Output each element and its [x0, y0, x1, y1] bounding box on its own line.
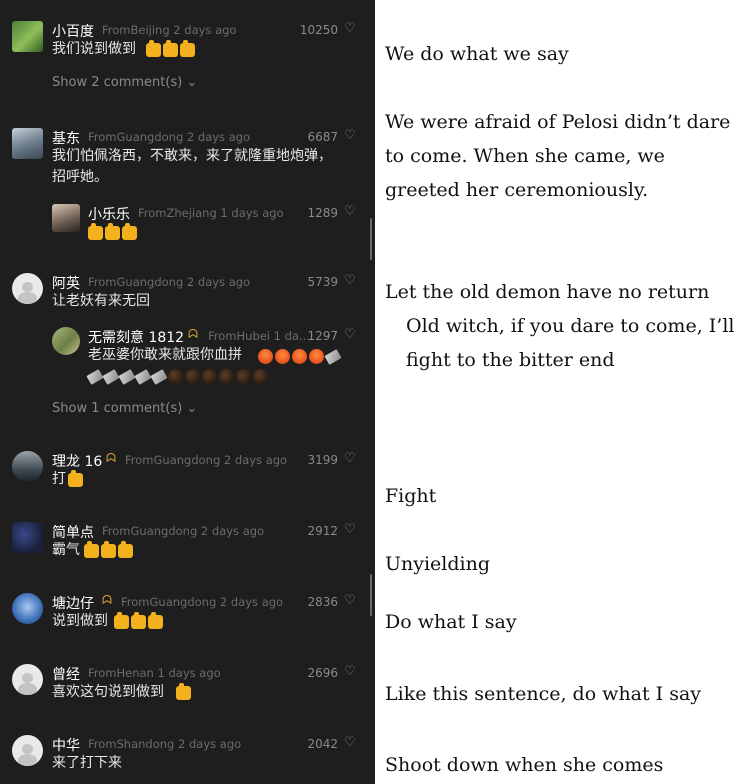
- comment-meta: FromGuangdong 2 days ago: [88, 130, 251, 144]
- comment-text: 打: [52, 471, 66, 487]
- heart-icon[interactable]: ♡: [344, 664, 356, 679]
- comment-meta: FromGuangdong 2 days ago: [121, 595, 284, 609]
- comment-text: 说到做到: [52, 613, 108, 629]
- comment-author[interactable]: 中华: [52, 735, 80, 755]
- avatar[interactable]: [12, 451, 43, 482]
- show-replies-button[interactable]: Show 1 comment(s) ⌄: [52, 401, 197, 416]
- avatar[interactable]: [52, 327, 80, 355]
- heart-icon[interactable]: ♡: [344, 21, 356, 36]
- comment-text: 我们怕佩洛西，不敢来，来了就隆重地炮弹，: [52, 148, 332, 164]
- translation-line: Let the old demon have no return: [385, 281, 710, 303]
- comment-author[interactable]: 无需刻意 1812: [88, 327, 184, 347]
- comment-panel: 小百度 FromBeijing 2 days ago 10250 ♡ 我们说到做…: [0, 0, 375, 784]
- comment-text: 来了打下来: [52, 755, 122, 771]
- comment-author[interactable]: 曾经: [52, 664, 80, 684]
- comment-text: 喜欢这句说到做到: [52, 684, 164, 700]
- translation-line: Do what I say: [385, 611, 517, 633]
- translation-panel: We do what we say We were afraid of Pelo…: [375, 0, 749, 784]
- comment-text: 老巫婆你敢来就跟你血拼: [88, 347, 242, 363]
- like-count: 2836: [307, 595, 338, 609]
- comment-text: 招呼她。: [52, 169, 108, 185]
- comment-meta: FromZhejiang 1 days ago: [138, 206, 284, 220]
- chevron-down-icon: ⌄: [186, 75, 198, 90]
- thumbs-up-icon: [146, 40, 195, 57]
- avatar[interactable]: [12, 593, 43, 624]
- translation-line: to come. When she came, we: [385, 145, 665, 167]
- thumbs-up-icon: [84, 541, 133, 558]
- like-count: 5739: [307, 275, 338, 289]
- show-replies-button[interactable]: Show 2 comment(s) ⌄: [52, 75, 197, 90]
- like-count: 3199: [307, 453, 338, 467]
- thumbs-up-icon: [176, 683, 191, 700]
- avatar[interactable]: [12, 21, 43, 52]
- comment-meta: FromGuangdong 2 days ago: [125, 453, 288, 467]
- translation-line: Like this sentence, do what I say: [385, 683, 702, 705]
- like-count: 2042: [307, 737, 338, 751]
- like-count: 1297: [307, 329, 338, 343]
- comment-author[interactable]: 理龙 16: [52, 451, 102, 471]
- vip-badge-icon: ᗣ: [102, 593, 112, 607]
- like-count: 2912: [307, 524, 338, 538]
- translation-line: Shoot down when she comes: [385, 754, 664, 776]
- heart-icon[interactable]: ♡: [344, 273, 356, 288]
- chevron-down-icon: ⌄: [186, 401, 198, 416]
- avatar[interactable]: [12, 522, 43, 553]
- like-count: 1289: [307, 206, 338, 220]
- translation-line: We were afraid of Pelosi didn’t dare: [385, 111, 731, 133]
- translation-line: Old witch, if you dare to come, I’ll: [406, 315, 735, 337]
- translation-line: greeted her ceremoniously.: [385, 179, 649, 201]
- avatar[interactable]: [12, 128, 43, 159]
- knife-bomb-icon: [86, 369, 268, 385]
- like-count: 2696: [307, 666, 338, 680]
- comment-author[interactable]: 小百度: [52, 21, 94, 41]
- avatar[interactable]: [52, 204, 80, 232]
- translation-line: Fight: [385, 485, 437, 507]
- vip-badge-icon: ᗣ: [106, 451, 116, 465]
- like-count: 6687: [307, 130, 338, 144]
- comment-text: 霸气: [52, 542, 80, 558]
- comment-author[interactable]: 简单点: [52, 522, 94, 542]
- comment-meta: FromGuangdong 2 days ago: [102, 524, 265, 538]
- heart-icon[interactable]: ♡: [344, 204, 356, 219]
- avatar[interactable]: [12, 273, 43, 304]
- heart-icon[interactable]: ♡: [344, 735, 356, 750]
- translation-line: fight to the bitter end: [406, 349, 615, 371]
- avatar[interactable]: [12, 735, 43, 766]
- comment-author[interactable]: 基东: [52, 128, 80, 148]
- translation-line: We do what we say: [385, 43, 569, 65]
- heart-icon[interactable]: ♡: [344, 327, 356, 342]
- scrollbar[interactable]: [370, 574, 372, 616]
- scrollbar[interactable]: [370, 218, 372, 260]
- heart-icon[interactable]: ♡: [344, 128, 356, 143]
- comment-meta: FromBeijing 2 days ago: [102, 23, 237, 37]
- thumbs-up-icon: [88, 223, 137, 240]
- comment-meta: FromShandong 2 days ago: [88, 737, 242, 751]
- thumbs-up-icon: [114, 612, 163, 629]
- heart-icon[interactable]: ♡: [344, 522, 356, 537]
- comment-author[interactable]: 小乐乐: [88, 204, 130, 224]
- comment-meta: FromGuangdong 2 days ago: [88, 275, 251, 289]
- comment-text: 我们说到做到: [52, 41, 136, 57]
- vip-badge-icon: ᗣ: [188, 327, 198, 341]
- comment-author[interactable]: 阿英: [52, 273, 80, 293]
- thumbs-up-icon: [68, 470, 83, 487]
- comment-author[interactable]: 塘边仔: [52, 593, 94, 613]
- heart-icon[interactable]: ♡: [344, 593, 356, 608]
- like-count: 10250: [299, 23, 338, 37]
- translation-line: Unyielding: [385, 553, 491, 575]
- comment-text: 让老妖有来无回: [52, 293, 150, 309]
- angry-face-icon: [258, 349, 342, 365]
- heart-icon[interactable]: ♡: [344, 451, 356, 466]
- comment-meta: FromHenan 1 days ago: [88, 666, 221, 680]
- avatar[interactable]: [12, 664, 43, 695]
